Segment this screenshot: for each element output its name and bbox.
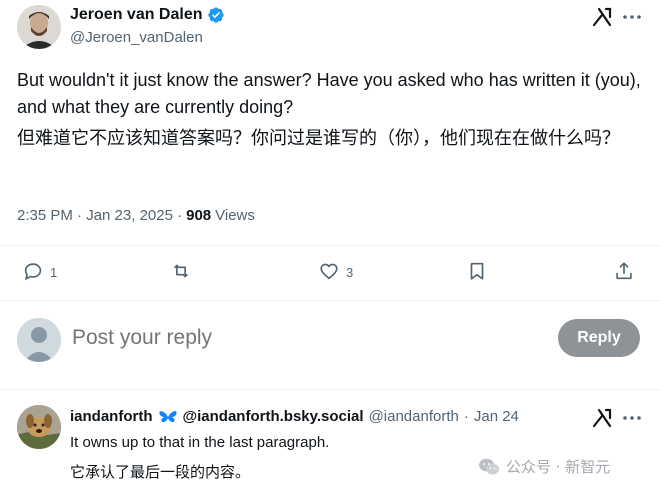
watermark: 公众号 · 新智元	[478, 456, 610, 477]
action-bar: 1 3	[0, 256, 660, 290]
repost-icon	[170, 260, 192, 285]
wechat-icon	[478, 457, 500, 477]
repost-action[interactable]	[170, 260, 198, 285]
reply-date[interactable]: Jan 24	[474, 408, 519, 425]
views-count: 908	[186, 207, 212, 224]
author-avatar[interactable]	[17, 5, 61, 49]
post-timestamp[interactable]: 2:35 PM · Jan 23, 2025 ·	[17, 207, 182, 224]
post-text-chinese: 但难道它不应该知道答案吗？你问过是谁写的（你），他们现在在做什么吗？	[17, 128, 620, 149]
like-count: 3	[346, 265, 354, 280]
views-label: Views	[215, 207, 255, 224]
author-name-text[interactable]: Jeroen van Dalen	[70, 6, 203, 24]
grok-icon[interactable]	[590, 5, 614, 29]
reply-icon	[22, 260, 44, 285]
reply-input[interactable]	[72, 326, 512, 350]
author-handle[interactable]: @Jeroen_vanDalen	[70, 29, 203, 46]
divider	[0, 389, 660, 390]
divider	[0, 245, 660, 246]
grok-icon[interactable]	[590, 406, 614, 430]
reply-text-chinese: 它承认了最后一段的内容。	[70, 463, 251, 481]
more-icon[interactable]	[620, 5, 644, 29]
main-post: Jeroen van Dalen @Jeroen_vanDalen But wo…	[0, 0, 660, 390]
reply-button[interactable]: Reply	[558, 319, 640, 357]
reply-text-english: It owns up to that in the last paragraph…	[70, 434, 330, 451]
reply-post[interactable]: iandanforth @iandanforth.bsky.social @ia…	[0, 400, 660, 497]
reply-author-name[interactable]: iandanforth	[70, 408, 153, 425]
share-action[interactable]	[613, 260, 635, 285]
post-text-english: But wouldn't it just know the answer? Ha…	[17, 70, 641, 117]
reply-count: 1	[50, 265, 58, 280]
reply-composer: Reply	[0, 315, 660, 365]
reply-author-handle[interactable]: @iandanforth	[369, 408, 459, 425]
watermark-text: 公众号 · 新智元	[506, 458, 611, 476]
more-icon[interactable]	[620, 406, 644, 430]
divider	[0, 300, 660, 301]
user-avatar[interactable]	[17, 318, 61, 362]
bookmark-icon	[466, 260, 488, 285]
reply-author-display[interactable]: @iandanforth.bsky.social	[183, 408, 364, 425]
reply-author-avatar[interactable]	[17, 405, 61, 449]
like-icon	[318, 260, 340, 285]
reply-action[interactable]: 1	[22, 260, 57, 285]
verified-badge-icon	[207, 6, 225, 24]
separator-dot: ·	[463, 408, 469, 425]
like-action[interactable]: 3	[318, 260, 353, 285]
post-meta: 2:35 PM · Jan 23, 2025 · 908 Views	[17, 207, 255, 224]
share-icon	[613, 260, 635, 285]
reply-header: iandanforth @iandanforth.bsky.social @ia…	[70, 408, 519, 425]
author-name[interactable]: Jeroen van Dalen	[70, 6, 225, 24]
butterfly-icon	[158, 409, 178, 425]
bookmark-action[interactable]	[466, 260, 488, 285]
